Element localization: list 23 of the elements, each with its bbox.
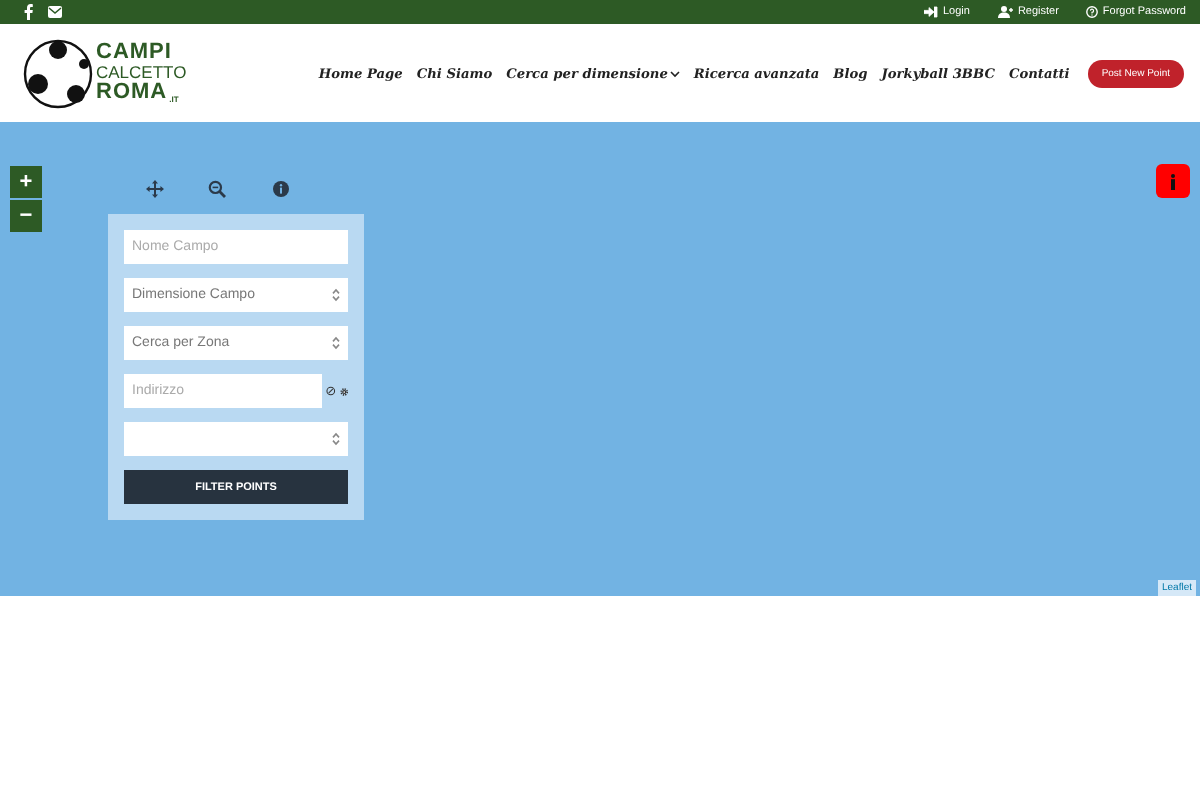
gear-icon[interactable] (339, 383, 348, 399)
zoom-icon[interactable] (208, 179, 227, 197)
info-button[interactable] (1156, 164, 1190, 198)
move-icon[interactable] (146, 179, 165, 197)
info-icon (1170, 173, 1176, 189)
logo-text: CAMPI (96, 42, 174, 65)
logo-text: CALCETTO (96, 64, 187, 82)
locate-icon[interactable] (326, 382, 336, 400)
select-arrows-icon (332, 432, 340, 446)
logo-text: ROMA (96, 81, 168, 104)
zoom-in-button[interactable]: + (10, 166, 42, 198)
info-icon[interactable] (271, 179, 290, 197)
caret-icon (669, 69, 680, 77)
select-field[interactable] (124, 422, 348, 456)
envelope-icon[interactable] (48, 6, 62, 18)
select-arrows-icon (332, 288, 340, 302)
soccer-ball-icon (22, 37, 94, 109)
facebook-icon[interactable] (24, 4, 34, 20)
help-icon (1086, 6, 1099, 18)
login-icon (924, 6, 939, 18)
zoom-out-button[interactable]: − (10, 200, 42, 232)
user-icon (997, 6, 1014, 18)
select-arrows-icon (332, 336, 340, 350)
